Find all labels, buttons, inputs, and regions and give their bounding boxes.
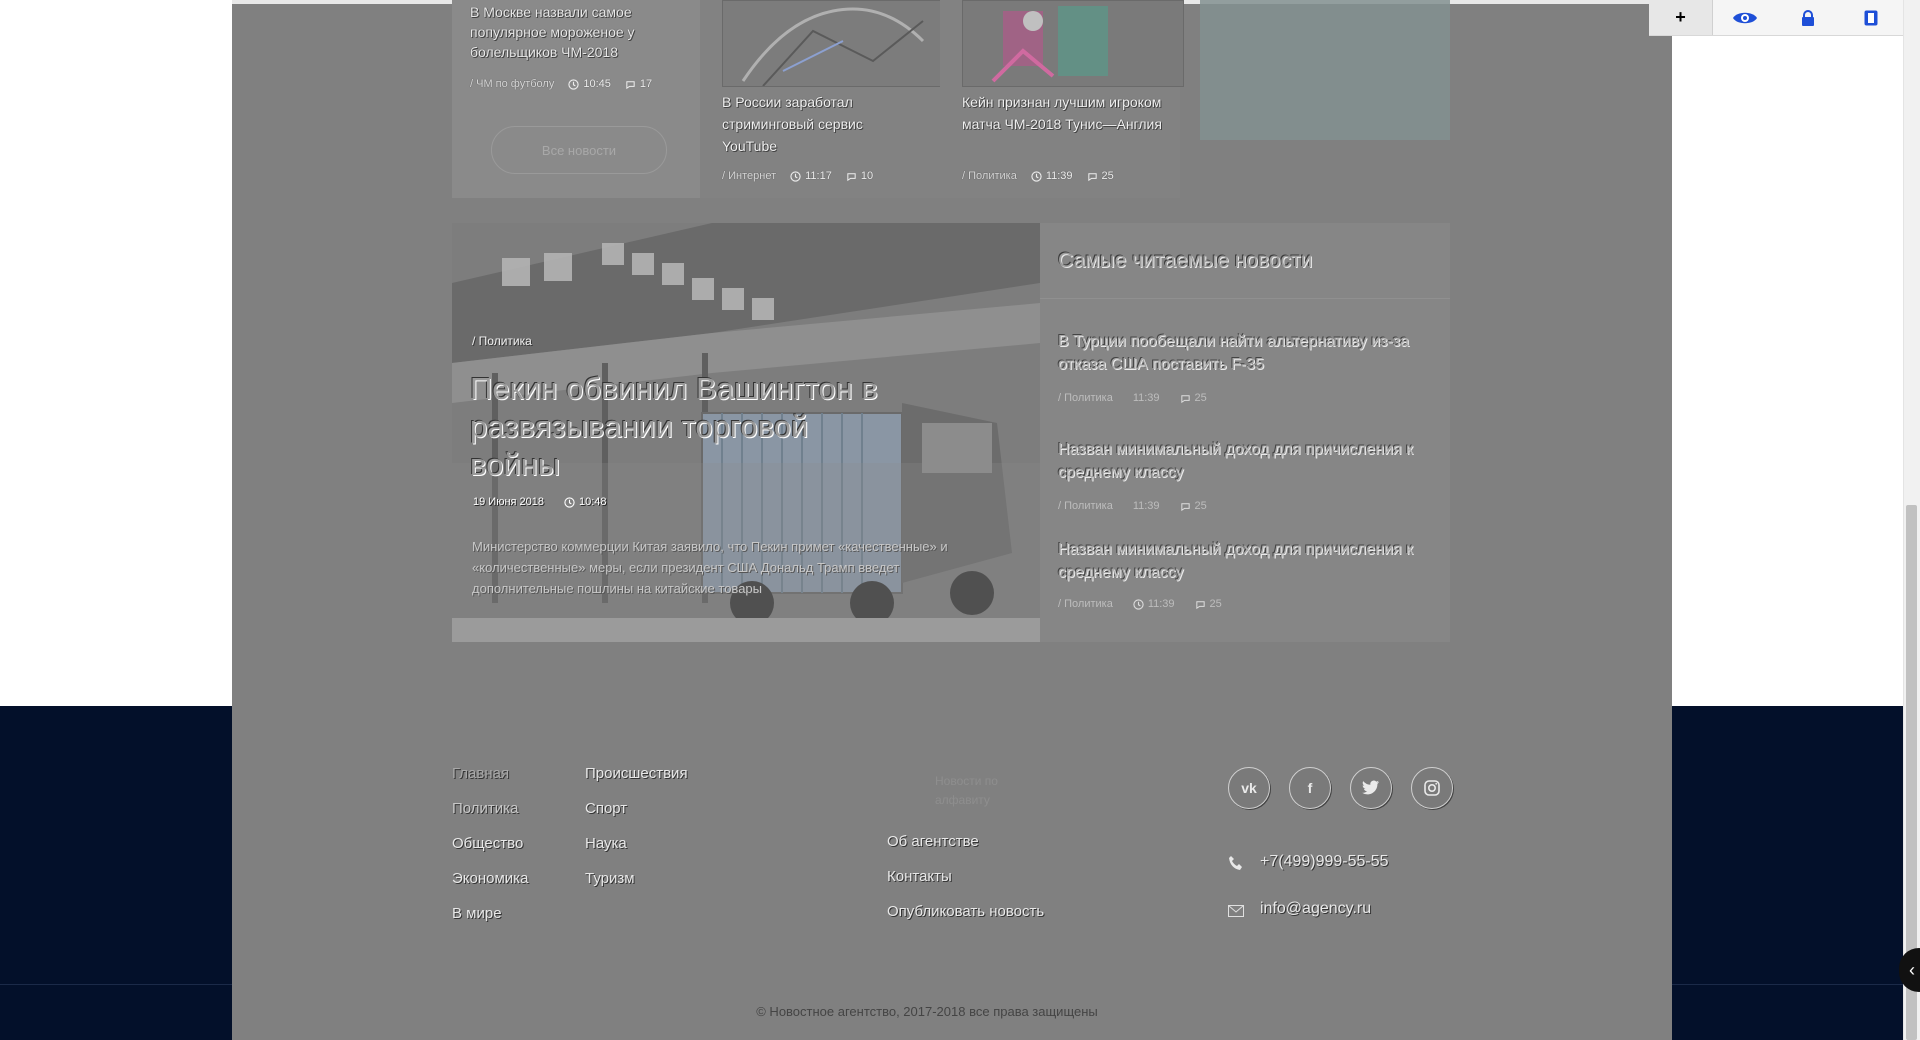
lock-icon[interactable]	[1776, 0, 1839, 35]
most-read-item-comments: 25	[1180, 392, 1207, 404]
clock-icon	[564, 496, 575, 508]
most-read-item-comments: 25	[1195, 598, 1222, 610]
footer-link-society[interactable]: Общество	[452, 835, 523, 852]
news-card-comments: 10	[846, 170, 873, 182]
most-read-item-time: 11:39	[1133, 598, 1175, 610]
comment-icon	[626, 80, 635, 89]
comment-icon	[1087, 172, 1097, 181]
most-read-item-title[interactable]: Назван минимальный доход для причисления…	[1058, 438, 1428, 484]
instagram-icon[interactable]	[1411, 767, 1453, 809]
clock-icon	[790, 170, 801, 182]
most-read-item-title[interactable]: В Турции пообещали найти альтернативу из…	[1058, 330, 1428, 376]
news-card-meta: / Интернет 11:17 10	[722, 170, 873, 182]
comment-icon	[847, 172, 856, 181]
footer-link-publish[interactable]: Опубликовать новость	[887, 903, 1044, 920]
news-card-time: 11:17	[790, 170, 832, 182]
hero-category[interactable]: / Политика	[472, 334, 532, 348]
most-read-item-meta: / Политика 11:39 25	[1058, 598, 1222, 610]
news-card-image-faded[interactable]	[1200, 0, 1450, 140]
most-read-item-meta: / Политика 11:39 25	[1058, 500, 1207, 512]
footer-phone[interactable]: +7(499)999-55-55	[1260, 853, 1389, 871]
browser-extension-toolbar: +	[1649, 0, 1903, 36]
news-card-meta: / ЧМ по футболу 10:45 17	[470, 78, 652, 90]
news-card-comments: 25	[1087, 170, 1114, 182]
most-read-item-title[interactable]: Назван минимальный доход для причисления…	[1058, 538, 1428, 584]
hero-description: Министерство коммерции Китая заявило, чт…	[472, 539, 948, 596]
all-news-button[interactable]: Все новости	[491, 126, 667, 174]
most-read-item-category[interactable]: / Политика	[1058, 392, 1113, 404]
news-card-time: 10:45	[568, 78, 611, 90]
clock-icon	[568, 78, 579, 90]
news-card-title[interactable]: В России заработал стриминговый сервис Y…	[722, 91, 902, 157]
footer-link-about[interactable]: Об агентстве	[887, 833, 979, 850]
copyright-text: © Новостное агентство, 2017-2018 все пра…	[756, 1004, 1098, 1019]
footer-link-politics[interactable]: Политика	[452, 800, 518, 817]
news-card-category[interactable]: / ЧМ по футболу	[470, 78, 554, 90]
news-card-time: 11:39	[1031, 170, 1073, 182]
eye-icon[interactable]	[1713, 0, 1776, 35]
hero-meta: 19 Июня 2018 10:48	[473, 496, 607, 508]
footer-link-economy[interactable]: Экономика	[452, 870, 528, 887]
hero-title[interactable]: Пекин обвинил Вашингтон в развязывании т…	[470, 370, 890, 484]
bookmark-icon[interactable]	[1839, 0, 1902, 35]
phone-icon	[1228, 855, 1244, 876]
news-card-image[interactable]	[962, 0, 1184, 87]
news-card-title[interactable]: Кейн признан лучшим игроком матча ЧМ-201…	[962, 91, 1172, 135]
news-card-meta: / Политика 11:39 25	[962, 170, 1114, 182]
news-card-title[interactable]: В Москве назвали самое популярное мороже…	[470, 2, 670, 62]
most-read-heading: Самые читаемые новости	[1058, 249, 1313, 272]
comment-icon	[1195, 600, 1205, 609]
footer-link-home[interactable]: Главная	[452, 765, 509, 782]
most-read-item-meta: / Политика 11:39 25	[1058, 392, 1207, 404]
footer-link-contacts[interactable]: Контакты	[887, 868, 952, 885]
add-button[interactable]: +	[1649, 0, 1713, 35]
news-card-comments: 17	[625, 78, 652, 90]
most-read-item-category[interactable]: / Политика	[1058, 500, 1113, 512]
most-read-item-time: 11:39	[1132, 392, 1160, 404]
news-card-image[interactable]	[722, 0, 944, 87]
footer-link-news-alphabet[interactable]: Новости по алфавиту	[935, 772, 1025, 810]
comment-icon	[1180, 394, 1190, 403]
news-card-category[interactable]: / Политика	[962, 170, 1017, 182]
clock-icon	[1133, 598, 1144, 610]
mail-icon	[1228, 904, 1244, 922]
comment-icon	[1180, 502, 1190, 511]
most-read-item-comments: 25	[1180, 500, 1207, 512]
footer-email[interactable]: info@agency.ru	[1260, 900, 1371, 918]
most-read-divider	[1040, 298, 1450, 299]
hero-time: 10:48	[564, 496, 607, 508]
footer-link-science[interactable]: Наука	[585, 835, 627, 852]
footer-link-tourism[interactable]: Туризм	[585, 870, 635, 887]
footer-link-world[interactable]: В мире	[452, 905, 502, 922]
most-read-item-category[interactable]: / Политика	[1058, 598, 1113, 610]
most-read-item-time: 11:39	[1132, 500, 1160, 512]
facebook-icon[interactable]: f	[1289, 767, 1331, 809]
footer-link-sport[interactable]: Спорт	[585, 800, 627, 817]
news-card-category[interactable]: / Интернет	[722, 170, 776, 182]
vk-icon[interactable]: vk	[1228, 767, 1270, 809]
hero-date: 19 Июня 2018	[473, 496, 545, 508]
clock-icon	[1031, 170, 1042, 182]
twitter-icon[interactable]	[1350, 767, 1392, 809]
footer-link-incidents[interactable]: Происшествия	[585, 765, 688, 782]
